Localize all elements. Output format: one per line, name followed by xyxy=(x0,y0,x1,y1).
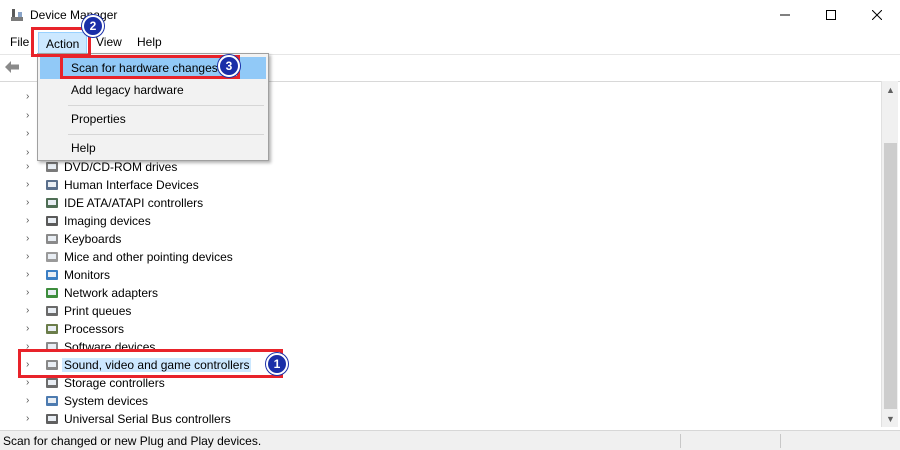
chevron-right-icon[interactable]: › xyxy=(26,251,36,263)
dvd-drive-icon xyxy=(46,162,58,172)
maximize-button[interactable] xyxy=(808,0,854,30)
menu-item-label: Add legacy hardware xyxy=(71,83,184,97)
tree-row[interactable]: › Imaging devices xyxy=(0,212,880,230)
chevron-right-icon[interactable]: › xyxy=(26,179,36,191)
chevron-right-icon[interactable]: › xyxy=(26,323,36,335)
title-bar: Device Manager xyxy=(0,0,900,30)
chevron-right-icon[interactable]: › xyxy=(26,110,36,122)
status-divider xyxy=(780,434,781,448)
status-divider xyxy=(680,434,681,448)
tree-item-label: Mice and other pointing devices xyxy=(64,250,233,264)
scroll-down-button[interactable]: ▼ xyxy=(882,410,899,427)
mouse-icon xyxy=(46,252,58,262)
tree-item-label: Universal Serial Bus controllers xyxy=(64,412,231,426)
tree-row[interactable]: › Print queues xyxy=(0,302,880,320)
menu-help[interactable]: Help xyxy=(133,34,166,52)
menu-item-label: Help xyxy=(71,141,96,155)
tree-item-label: Human Interface Devices xyxy=(64,178,199,192)
network-adapter-icon xyxy=(46,288,58,298)
tree-item-label: Monitors xyxy=(64,268,111,282)
callout-box-scan xyxy=(60,55,240,79)
chevron-right-icon[interactable]: › xyxy=(26,269,36,281)
tree-item-label: Storage controllers xyxy=(64,376,165,390)
camera-icon xyxy=(46,216,58,226)
hid-icon xyxy=(46,180,58,190)
system-device-icon xyxy=(46,396,58,406)
chevron-right-icon[interactable]: › xyxy=(26,197,36,209)
ide-controller-icon xyxy=(46,198,58,208)
menu-view[interactable]: View xyxy=(92,34,126,52)
status-bar: Scan for changed or new Plug and Play de… xyxy=(0,430,900,450)
menu-item-properties[interactable]: Properties xyxy=(40,108,266,130)
device-manager-icon xyxy=(11,9,23,21)
close-icon xyxy=(872,10,882,20)
step-badge-2: 2 xyxy=(82,15,104,37)
step-badge-1: 1 xyxy=(266,353,288,375)
step-badge-3: 3 xyxy=(218,55,240,77)
chevron-right-icon[interactable]: › xyxy=(26,377,36,389)
tree-row[interactable]: › Monitors xyxy=(0,266,880,284)
tree-row[interactable]: › Human Interface Devices xyxy=(0,176,880,194)
tree-item-label: DVD/CD-ROM drives xyxy=(64,160,178,174)
menu-file[interactable]: File xyxy=(6,34,33,52)
chevron-right-icon[interactable]: › xyxy=(26,305,36,317)
keyboard-icon xyxy=(46,234,58,244)
menu-bar: File Action View Help xyxy=(0,30,900,54)
menu-item-help[interactable]: Help xyxy=(40,137,266,159)
scroll-up-button[interactable]: ▲ xyxy=(882,81,899,98)
callout-box-action xyxy=(31,27,91,57)
menu-item-add-legacy-hardware[interactable]: Add legacy hardware xyxy=(40,79,266,101)
close-button[interactable] xyxy=(854,0,900,30)
tree-item-label: Print queues xyxy=(64,304,132,318)
minimize-button[interactable] xyxy=(762,0,808,30)
chevron-right-icon[interactable]: › xyxy=(26,91,36,103)
tree-item-label: Keyboards xyxy=(64,232,122,246)
tree-row[interactable]: › Mice and other pointing devices xyxy=(0,248,880,266)
scroll-thumb[interactable] xyxy=(884,143,897,409)
tree-row[interactable]: › System devices xyxy=(0,392,880,410)
chevron-up-icon: ▲ xyxy=(886,84,895,95)
maximize-icon xyxy=(826,10,836,20)
minimize-icon xyxy=(780,14,790,16)
printer-icon xyxy=(46,306,58,316)
menu-separator xyxy=(68,134,264,135)
vertical-scrollbar[interactable]: ▲ ▼ xyxy=(881,81,898,427)
tree-row[interactable]: › IDE ATA/ATAPI controllers xyxy=(0,194,880,212)
chevron-right-icon[interactable]: › xyxy=(26,128,36,140)
chevron-right-icon[interactable]: › xyxy=(26,161,36,173)
tree-row[interactable]: › Universal Serial Bus controllers xyxy=(0,410,880,428)
back-arrow-icon[interactable] xyxy=(4,60,20,74)
chevron-right-icon[interactable]: › xyxy=(26,147,36,159)
monitor-icon xyxy=(46,270,58,280)
tree-item-label: System devices xyxy=(64,394,149,408)
chevron-right-icon[interactable]: › xyxy=(26,395,36,407)
menu-item-label: Properties xyxy=(71,112,126,126)
chevron-right-icon[interactable]: › xyxy=(26,233,36,245)
tree-item-label: IDE ATA/ATAPI controllers xyxy=(64,196,204,210)
tree-item-label: Imaging devices xyxy=(64,214,151,228)
tree-row[interactable]: › Processors xyxy=(0,320,880,338)
callout-box-sound xyxy=(18,349,283,378)
tree-item-label: Network adapters xyxy=(64,286,159,300)
processor-icon xyxy=(46,324,58,334)
status-text: Scan for changed or new Plug and Play de… xyxy=(3,434,262,448)
menu-separator xyxy=(68,105,264,106)
chevron-down-icon: ▼ xyxy=(886,413,895,424)
window-title: Device Manager xyxy=(30,8,118,22)
chevron-right-icon[interactable]: › xyxy=(26,287,36,299)
tree-item-label: Processors xyxy=(64,322,125,336)
chevron-right-icon[interactable]: › xyxy=(26,413,36,425)
usb-icon xyxy=(46,414,58,424)
tree-row[interactable]: › Keyboards xyxy=(0,230,880,248)
tree-row[interactable]: › Network adapters xyxy=(0,284,880,302)
chevron-right-icon[interactable]: › xyxy=(26,215,36,227)
